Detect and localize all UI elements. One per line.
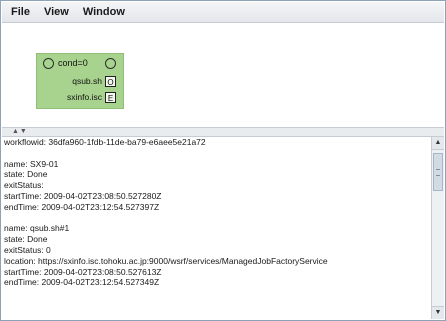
scroll-thumb[interactable] [433,153,443,191]
menu-bar: File View Window [2,2,444,23]
log-line: exitStatus: 0 [4,244,51,255]
scroll-up-icon[interactable]: ▲ [432,137,444,150]
collapse-arrows-icon[interactable]: ▲▼ [12,128,28,136]
log-line: exitStatus: [4,180,44,191]
log-line: state: Done [4,169,48,180]
log-line: endTime: 2009-04-02T23:12:54.527349Z [4,277,160,288]
input-port-icon[interactable] [43,58,54,69]
app-window: File View Window cond=0 qsub.sh O sxinfo… [0,0,446,321]
log-line: name: SX9-01 [4,158,59,169]
task-row-sxinfo[interactable]: sxinfo.isc E [67,91,116,103]
vertical-scrollbar[interactable]: ▲ ▼ [431,137,444,319]
menu-view[interactable]: View [37,2,76,22]
task-badge[interactable]: O [105,75,116,87]
task-badge[interactable]: E [105,91,116,103]
log-line: endTime: 2009-04-02T23:12:54.527397Z [4,201,160,212]
log-line: name: qsub.sh#1 [4,223,70,234]
task-name: qsub.sh [72,76,102,86]
menu-window[interactable]: Window [76,2,132,22]
workflow-log-text[interactable]: workflowid: 36dfa960-1fdb-11de-ba79-e6ae… [2,137,432,319]
log-line: location: https://sxinfo.isc.tohoku.ac.j… [4,255,328,266]
menu-file[interactable]: File [4,2,37,22]
log-line: startTime: 2009-04-02T23:08:50.527613Z [4,266,162,277]
log-line: workflowid: 36dfa960-1fdb-11de-ba79-e6ae… [4,137,206,147]
condition-label: cond=0 [58,58,88,68]
split-pane-divider[interactable]: ▲▼ [2,127,444,137]
output-port-icon[interactable] [105,58,116,69]
workflow-canvas[interactable]: cond=0 qsub.sh O sxinfo.isc E [2,23,444,127]
log-line: state: Done [4,234,48,245]
workflow-node[interactable]: cond=0 qsub.sh O sxinfo.isc E [36,53,124,109]
task-name: sxinfo.isc [67,92,102,102]
log-line: startTime: 2009-04-02T23:08:50.527280Z [4,190,162,201]
scroll-down-icon[interactable]: ▼ [432,306,444,319]
task-row-qsub[interactable]: qsub.sh O [72,75,116,87]
